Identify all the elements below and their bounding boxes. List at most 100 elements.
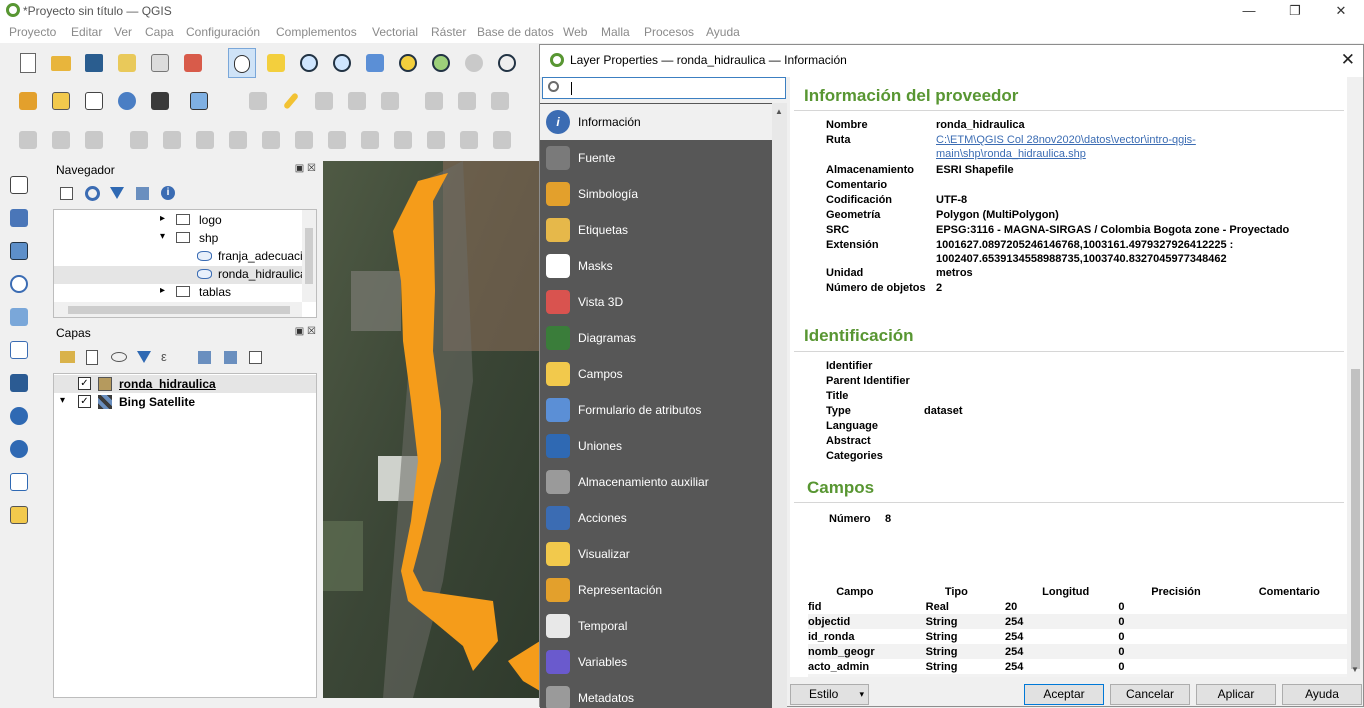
digitize-icon[interactable] — [114, 88, 140, 114]
refresh-icon[interactable] — [85, 186, 100, 201]
reverse-line-icon[interactable] — [324, 127, 350, 153]
menu-editar[interactable]: Editar — [71, 25, 102, 39]
section-item-display[interactable]: Visualizar — [540, 536, 772, 572]
pan-to-selection-icon[interactable] — [263, 50, 289, 76]
add-wfs-icon[interactable] — [8, 438, 32, 462]
menu-malla[interactable]: Malla — [601, 25, 630, 39]
split-features-icon[interactable] — [357, 127, 383, 153]
expand-arrow-icon[interactable]: ▸ — [160, 213, 165, 224]
section-item-rendering[interactable]: Representación — [540, 572, 772, 608]
section-item-3d-view[interactable]: Vista 3D — [540, 284, 772, 320]
close-dialog-button[interactable]: ✕ — [1341, 50, 1355, 70]
tree-row-ronda[interactable]: ronda_hidraulica — [54, 266, 302, 284]
add-mesh-layer-icon[interactable] — [8, 240, 32, 264]
section-list-scrollbar[interactable]: ▲ — [772, 103, 787, 708]
reshape-icon[interactable] — [258, 127, 284, 153]
add-vector-layer-icon[interactable] — [8, 174, 32, 198]
cancel-button[interactable]: Cancelar — [1110, 684, 1190, 705]
section-item-variables[interactable]: Variables — [540, 644, 772, 680]
add-spatialite-icon[interactable] — [8, 339, 32, 363]
merge-attributes-icon[interactable] — [456, 127, 482, 153]
delete-part-icon[interactable] — [225, 127, 251, 153]
tree-row-shp[interactable]: ▾ shp — [54, 230, 302, 248]
filter-icon[interactable] — [110, 187, 124, 199]
add-wcs-icon[interactable] — [8, 471, 32, 495]
add-delimited-text-icon[interactable] — [8, 273, 32, 297]
pan-map-icon[interactable] — [228, 48, 256, 78]
path-link[interactable]: C:\ETM\QGIS Col 28nov2020\datos\vector\i… — [936, 134, 1196, 146]
content-scrollbar[interactable]: ▼ — [1348, 77, 1363, 677]
new-project-icon[interactable] — [15, 50, 41, 76]
layer-visibility-checkbox[interactable]: ✓ — [78, 395, 91, 408]
add-part-icon[interactable] — [126, 127, 152, 153]
add-raster-layer-icon[interactable] — [8, 207, 32, 231]
current-edits-icon[interactable] — [245, 88, 271, 114]
modify-attributes-icon[interactable] — [421, 88, 447, 114]
offset-curve-icon[interactable] — [291, 127, 317, 153]
expand-all-icon[interactable] — [198, 351, 211, 364]
tree-row-franja[interactable]: franja_adecuacion — [54, 248, 302, 266]
add-feature-icon[interactable] — [344, 88, 370, 114]
layer-row-bing[interactable]: ▾ ✓ Bing Satellite — [54, 393, 316, 411]
data-source-manager-icon[interactable] — [15, 88, 41, 114]
menu-configuracion[interactable]: Configuración — [186, 25, 260, 39]
layout-manager-icon[interactable] — [147, 50, 173, 76]
section-item-fields[interactable]: Campos — [540, 356, 772, 392]
section-item-attributes-form[interactable]: Formulario de atributos — [540, 392, 772, 428]
browser-vscrollbar[interactable] — [302, 210, 316, 302]
style-manager-icon[interactable] — [180, 50, 206, 76]
filter-legend-icon[interactable] — [137, 351, 151, 363]
menu-vectorial[interactable]: Vectorial — [372, 25, 418, 39]
section-item-actions[interactable]: Acciones — [540, 500, 772, 536]
menu-raster[interactable]: Ráster — [431, 25, 466, 39]
add-group-icon[interactable] — [86, 350, 98, 365]
temporary-layer-icon[interactable] — [147, 88, 173, 114]
virtual-layer-icon[interactable] — [186, 88, 212, 114]
menu-procesos[interactable]: Procesos — [644, 25, 694, 39]
section-item-labels[interactable]: Etiquetas — [540, 212, 772, 248]
collapse-all-icon[interactable] — [224, 351, 237, 364]
add-wms-icon[interactable] — [8, 405, 32, 429]
toggle-editing-icon[interactable] — [278, 88, 304, 114]
style-menu-button[interactable]: Estilo ▾ — [790, 684, 869, 705]
panel-float-close-buttons[interactable]: ▣ ☒ — [295, 163, 316, 174]
tree-row-logo[interactable]: ▸ logo — [54, 212, 302, 230]
add-geopackage-icon[interactable] — [8, 306, 32, 330]
section-item-auxiliary-storage[interactable]: Almacenamiento auxiliar — [540, 464, 772, 500]
menu-proyecto[interactable]: Proyecto — [9, 25, 56, 39]
zoom-native-icon[interactable] — [461, 50, 487, 76]
add-selected-icon[interactable] — [60, 187, 73, 200]
zoom-full-icon[interactable] — [362, 50, 388, 76]
section-item-source[interactable]: Fuente — [540, 140, 772, 176]
browser-hscrollbar[interactable] — [54, 302, 302, 317]
enable-tracing-icon[interactable] — [15, 127, 41, 153]
delete-ring-icon[interactable] — [192, 127, 218, 153]
add-virtual-layer-icon[interactable] — [8, 504, 32, 528]
minimize-button[interactable]: — — [1226, 0, 1272, 23]
vertex-tool-icon[interactable] — [377, 88, 403, 114]
zoom-in-icon[interactable] — [296, 50, 322, 76]
expand-arrow-icon[interactable]: ▸ — [160, 285, 165, 296]
cut-features-icon[interactable] — [487, 88, 513, 114]
collapse-arrow-icon[interactable]: ▾ — [60, 395, 65, 406]
layer-symbol-swatch[interactable] — [98, 377, 112, 391]
panel-float-close-buttons[interactable]: ▣ ☒ — [295, 326, 316, 337]
delete-selected-icon[interactable] — [454, 88, 480, 114]
save-edits-icon[interactable] — [311, 88, 337, 114]
add-postgis-icon[interactable] — [8, 372, 32, 396]
menu-complementos[interactable]: Complementos — [276, 25, 357, 39]
advanced-digitizing-icon[interactable] — [48, 127, 74, 153]
close-window-button[interactable]: ✕ — [1318, 0, 1364, 23]
new-print-layout-icon[interactable] — [114, 50, 140, 76]
open-project-icon[interactable] — [48, 50, 74, 76]
zoom-out-icon[interactable] — [329, 50, 355, 76]
map-canvas[interactable] — [323, 161, 540, 698]
section-search-input[interactable] — [542, 77, 786, 99]
maximize-button[interactable]: ❐ — [1272, 0, 1318, 23]
remove-layer-icon[interactable] — [249, 351, 262, 364]
new-geopackage-icon[interactable] — [48, 88, 74, 114]
visibility-icon[interactable] — [111, 352, 127, 362]
section-item-diagrams[interactable]: Diagramas — [540, 320, 772, 356]
menu-capa[interactable]: Capa — [145, 25, 174, 39]
collapse-arrow-icon[interactable]: ▾ — [160, 231, 165, 242]
